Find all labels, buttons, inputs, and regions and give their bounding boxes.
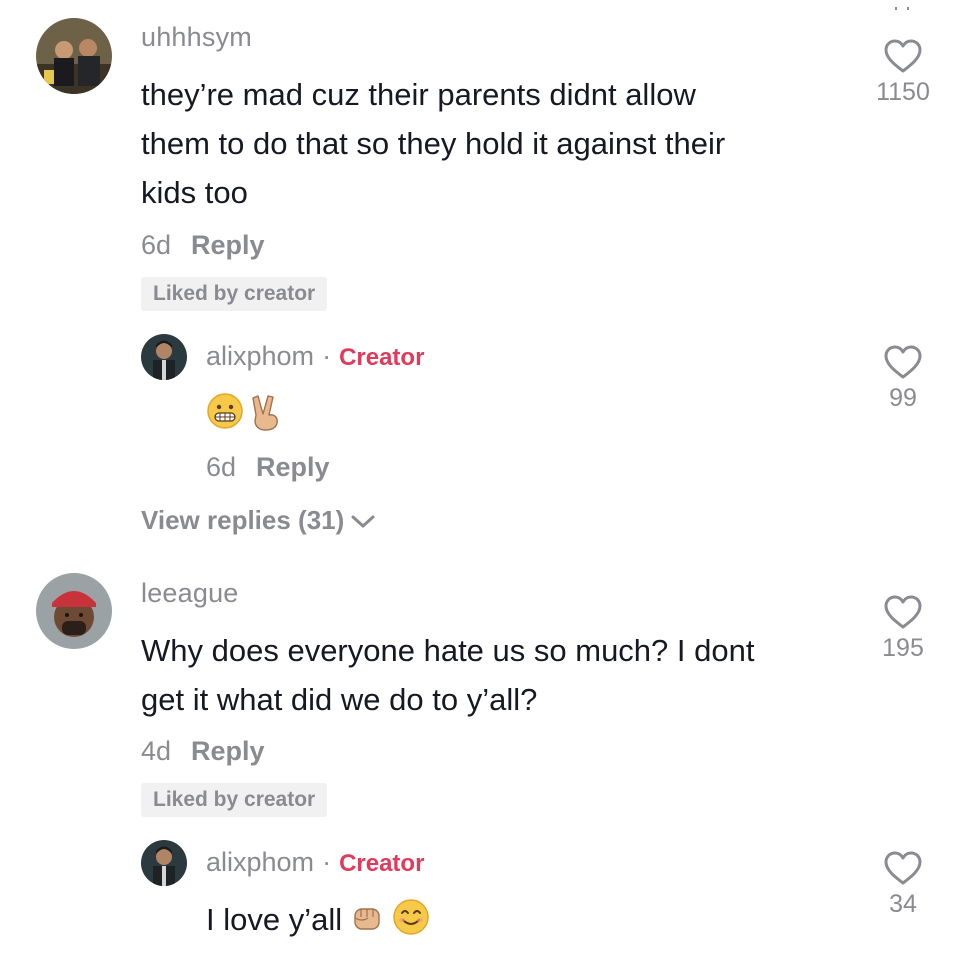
heart-icon	[884, 345, 922, 379]
creator-badge: Creator	[339, 344, 425, 371]
reply-text-body: I love y’all	[206, 901, 343, 937]
reply-header: alixphom · Creator	[206, 847, 424, 878]
separator-dot: ·	[322, 847, 332, 877]
comment-text: Why does everyone hate us so much? I don…	[141, 626, 754, 724]
reply-header: alixphom · Creator	[206, 341, 424, 372]
comment-age: 6d	[141, 230, 172, 260]
like-count: 99	[889, 384, 917, 412]
comment-username[interactable]: uhhhsym	[141, 22, 252, 53]
liked-by-creator-badge: Liked by creator	[141, 783, 328, 817]
like-button[interactable]: 195	[863, 594, 943, 663]
victory-hand-icon	[248, 392, 284, 437]
like-button[interactable]: 34	[863, 850, 943, 919]
view-replies-label: View replies (31)	[141, 505, 345, 535]
like-count: 195	[882, 634, 924, 662]
liked-by-creator-badge: Liked by creator	[141, 277, 328, 311]
comment-text-line: Why does everyone hate us so much? I don…	[141, 633, 755, 668]
raised-fist-icon	[350, 900, 384, 939]
like-count: 1150	[876, 78, 930, 106]
reply-button[interactable]: Reply	[191, 230, 265, 261]
like-button[interactable]: 1150	[863, 38, 943, 107]
reply-age: 6d	[206, 452, 237, 482]
comment-age: 4d	[141, 736, 172, 766]
avatar-leeague[interactable]	[36, 573, 112, 649]
comment-text-line: they’re mad cuz their parents didnt allo…	[141, 77, 696, 112]
avatar-alixphom[interactable]	[141, 840, 187, 886]
separator-dot: ·	[322, 341, 332, 371]
comment-meta: 4d Reply	[141, 736, 265, 767]
heart-icon	[884, 851, 922, 885]
heart-icon	[884, 595, 922, 629]
reply-text: I love y’all	[206, 898, 430, 941]
comment-text-line: kids too	[141, 175, 248, 210]
reply-button[interactable]: Reply	[191, 736, 265, 767]
like-button[interactable]: 99	[863, 344, 943, 413]
creator-badge: Creator	[339, 850, 425, 877]
view-replies-button[interactable]: View replies (31)	[141, 505, 376, 536]
reply-username[interactable]: alixphom	[206, 341, 314, 372]
comment-text: they’re mad cuz their parents didnt allo…	[141, 70, 725, 217]
reply-text	[206, 392, 284, 437]
heart-icon	[884, 39, 922, 73]
comment-meta: 6d Reply	[141, 230, 265, 261]
like-count: 34	[889, 890, 917, 918]
reply-meta: 6d Reply	[206, 452, 330, 483]
reply-button[interactable]: Reply	[256, 452, 330, 483]
grimacing-face-icon	[206, 392, 244, 437]
comment-username[interactable]: leeague	[141, 578, 239, 609]
top-edge-glyph	[894, 0, 910, 10]
comment-text-line: them to do that so they hold it against …	[141, 126, 726, 161]
reply-username[interactable]: alixphom	[206, 847, 314, 878]
comment-text-line: get it what did we do to y’all?	[141, 682, 538, 717]
chevron-down-icon	[351, 515, 375, 527]
smiling-face-icon	[392, 898, 430, 941]
avatar-uhhhsym[interactable]	[36, 18, 112, 94]
avatar-alixphom[interactable]	[141, 334, 187, 380]
